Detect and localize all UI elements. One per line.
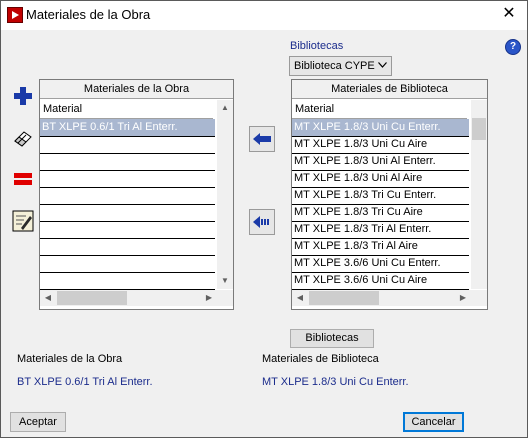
library-row[interactable]: MT XLPE 1.8/3 Uni Al Aire [292,170,469,188]
scroll-right-icon[interactable]: ▶ [201,290,217,306]
copy-to-obra-button[interactable] [249,126,275,152]
obra-row[interactable]: BT XLPE 0.6/1 Tri Al Enterr. [40,119,215,137]
scroll-up-icon[interactable]: ▲ [217,100,233,116]
title-bar: Materiales de la Obra ✕ [1,1,527,30]
obra-materials-panel: Materiales de la Obra Material BT XLPE 0… [39,79,234,310]
obra-panel-header: Materiales de la Obra [40,80,233,99]
arrow-left-icon [253,133,271,145]
add-icon [14,87,32,105]
scroll-down-icon[interactable]: ▼ [217,273,233,289]
library-select[interactable]: Biblioteca CYPE [289,56,392,76]
library-summary-value: MT XLPE 1.8/3 Uni Cu Enterr. [262,376,409,388]
library-summary-label: Materiales de Biblioteca [262,353,379,365]
library-row[interactable]: MT XLPE 3.6/6 Uni Cu Enterr. [292,255,469,273]
scroll-right-icon[interactable]: ▶ [455,290,471,306]
library-vscroll-thumb[interactable] [472,118,486,140]
library-row[interactable]: MT XLPE 1.8/3 Uni Al Enterr. [292,153,469,171]
obra-vertical-scrollbar[interactable]: ▲ ▼ [217,100,233,289]
obra-summary-value: BT XLPE 0.6/1 Tri Al Enterr. [17,376,153,388]
add-material-button[interactable] [12,85,34,107]
library-horizontal-scrollbar[interactable]: ◀ ▶ [292,290,487,306]
app-logo-icon [7,7,23,23]
obra-row[interactable] [40,187,215,205]
obra-row[interactable] [40,204,215,222]
obra-material-column-header[interactable]: Material [40,100,213,119]
scroll-left-icon[interactable]: ◀ [292,290,308,306]
library-row[interactable]: MT XLPE 1.8/3 Uni Cu Enterr. [292,119,469,137]
chevron-down-icon [378,62,387,68]
obra-row[interactable] [40,221,215,239]
library-row[interactable]: MT XLPE 1.8/3 Tri Al Aire [292,238,469,256]
delete-icon [14,173,32,185]
obra-row[interactable] [40,170,215,188]
obra-row[interactable] [40,136,215,154]
library-label: Bibliotecas [290,40,344,52]
edit-material-button[interactable] [12,210,34,232]
edit-icon [12,210,34,232]
library-hscroll-thumb[interactable] [309,291,379,305]
delete-material-button[interactable] [12,168,34,190]
clean-button[interactable] [12,127,34,149]
library-vertical-scrollbar[interactable] [471,100,487,289]
library-material-column-header[interactable]: Material [292,100,467,119]
obra-summary-label: Materiales de la Obra [17,353,123,365]
obra-row[interactable] [40,272,215,290]
window-title: Materiales de la Obra [26,7,151,22]
obra-row[interactable] [40,238,215,256]
library-row[interactable]: MT XLPE 1.8/3 Uni Cu Aire [292,136,469,154]
library-row[interactable]: MT XLPE 1.8/3 Tri Cu Enterr. [292,187,469,205]
close-button[interactable]: ✕ [497,4,521,24]
obra-horizontal-scrollbar[interactable]: ◀ ▶ [40,290,233,306]
library-row[interactable]: MT XLPE 3.6/6 Uni Cu Aire [292,272,469,290]
accept-button[interactable]: Aceptar [10,412,66,432]
eraser-icon [14,131,32,147]
obra-row[interactable] [40,255,215,273]
library-panel-header: Materiales de Biblioteca [292,80,487,99]
obra-hscroll-thumb[interactable] [57,291,127,305]
scroll-left-icon[interactable]: ◀ [40,290,56,306]
library-materials-panel: Materiales de Biblioteca Material MT XLP… [291,79,488,310]
arrow-left-dashed-icon [253,216,269,228]
obra-row[interactable] [40,153,215,171]
library-row[interactable]: MT XLPE 1.8/3 Tri Al Enterr. [292,221,469,239]
cancel-button[interactable]: Cancelar [403,412,464,432]
dialog-window: Materiales de la Obra ✕ ? Materiales de … [0,0,528,438]
libraries-button[interactable]: Bibliotecas [290,329,374,348]
copy-all-to-obra-button[interactable] [249,209,275,235]
help-icon[interactable]: ? [505,39,521,55]
library-select-value: Biblioteca CYPE [294,60,375,72]
library-row[interactable]: MT XLPE 1.8/3 Tri Cu Aire [292,204,469,222]
